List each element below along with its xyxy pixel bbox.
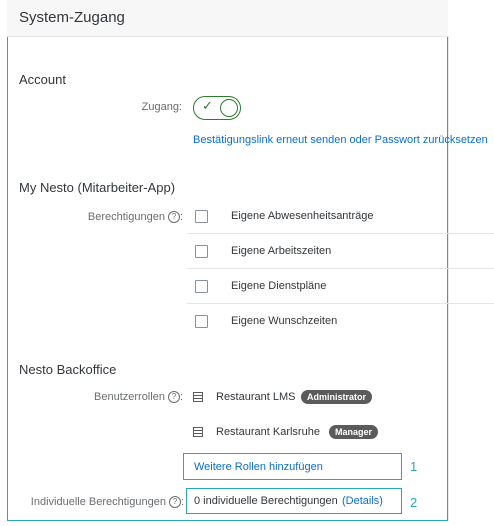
- panel-title: System-Zugang: [19, 9, 125, 26]
- help-icon[interactable]: ?: [167, 391, 180, 403]
- annotation-marker-2: 2: [410, 495, 418, 510]
- details-link[interactable]: (Details): [342, 495, 383, 507]
- label-colon: :: [180, 496, 184, 508]
- individual-permissions-label: Individuelle Berechtigungen?:: [20, 496, 184, 508]
- restaurant-name: Restaurant LMS: [216, 391, 296, 403]
- permission-label: Eigene Abwesenheitsanträge: [231, 210, 374, 222]
- permission-checkbox[interactable]: [195, 245, 208, 258]
- permission-row[interactable]: Eigene Abwesenheitsanträge: [187, 199, 494, 234]
- restaurant-name: Restaurant Karlsruhe: [216, 426, 320, 438]
- permissions-label-text: Berechtigungen: [87, 211, 165, 223]
- role-badge: Manager: [329, 425, 379, 439]
- role-badge: Administrator: [301, 390, 373, 404]
- resend-confirmation-link[interactable]: Bestätigungslink erneut senden oder Pass…: [193, 134, 488, 146]
- individual-permissions-count: 0 individuelle Berechtigungen: [194, 495, 338, 507]
- help-icon[interactable]: ?: [167, 211, 180, 223]
- individual-permissions-box: 0 individuelle Berechtigungen (Details): [186, 488, 402, 514]
- building-icon: [193, 392, 203, 402]
- permission-checkbox[interactable]: [195, 315, 208, 328]
- account-section-title: Account: [19, 72, 66, 87]
- permission-row[interactable]: Eigene Arbeitszeiten: [187, 234, 494, 269]
- individual-label-text: Individuelle Berechtigungen: [30, 496, 166, 508]
- add-roles-link[interactable]: Weitere Rollen hinzufügen: [194, 461, 323, 473]
- permission-row[interactable]: Eigene Wunschzeiten: [187, 304, 494, 339]
- my-nesto-section-title: My Nesto (Mitarbeiter-App): [19, 180, 176, 195]
- permission-row[interactable]: Eigene Dienstpläne: [187, 269, 494, 304]
- backoffice-section-title: Nesto Backoffice: [19, 362, 117, 377]
- permission-label: Eigene Dienstpläne: [231, 280, 327, 292]
- add-roles-box: Weitere Rollen hinzufügen: [183, 453, 402, 480]
- roles-label-text: Benutzerrollen: [94, 391, 165, 403]
- permission-label: Eigene Wunschzeiten: [231, 315, 338, 327]
- permission-checkbox[interactable]: [195, 210, 208, 223]
- toggle-knob: [220, 99, 238, 117]
- roles-label: Benutzerrollen?:: [80, 391, 183, 403]
- help-icon[interactable]: ?: [168, 496, 181, 508]
- zugang-label: Zugang:: [141, 101, 182, 113]
- my-nesto-permissions-label: Berechtigungen?:: [80, 211, 183, 223]
- panel-header: System-Zugang: [7, 0, 448, 37]
- access-toggle[interactable]: ✓: [193, 96, 241, 120]
- permission-checkbox[interactable]: [195, 280, 208, 293]
- label-colon: :: [179, 391, 183, 403]
- building-icon: [193, 427, 203, 437]
- check-icon: ✓: [202, 98, 213, 113]
- annotation-marker-1: 1: [410, 459, 418, 474]
- label-colon: :: [179, 211, 183, 223]
- permission-label: Eigene Arbeitszeiten: [231, 245, 332, 257]
